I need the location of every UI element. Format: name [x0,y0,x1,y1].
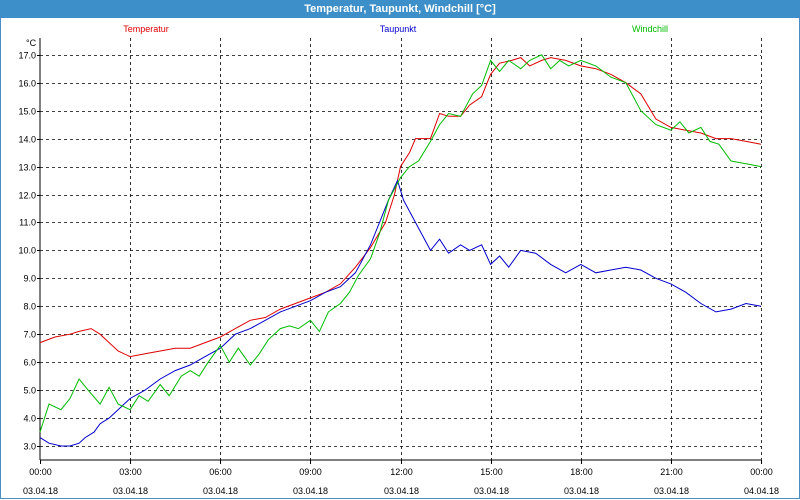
x-tick-time-label: 00:00 [29,467,52,477]
y-tick-label: 17.0 [18,51,36,61]
legend-taupunkt: Taupunkt [380,24,417,34]
chart-frame: 3.0 4.0 5.0 6.0 7.0 8.0 9.0 10.0 11.0 12.0 13.0 14.… [0,18,800,499]
y-tick-label: 5.0 [23,386,36,396]
x-tick-time-label: 18:00 [570,467,593,477]
x-tick-time-label: 15:00 [480,467,503,477]
y-axis-unit-label: °C [26,38,37,48]
x-tick-date-label: 03.04.18 [23,486,58,496]
y-tick-label: 14.0 [18,135,36,145]
series-line-temperatur [39,57,762,358]
y-tick-label: 8.0 [23,302,36,312]
x-tick-time-label: 12:00 [390,467,413,477]
legend-windchill: Windchill [632,24,668,34]
x-tick-time-label: 06:00 [209,467,232,477]
window-title: Temperatur, Taupunkt, Windchill [°C] [0,0,800,18]
x-tick-date-label: 04.04.18 [744,486,779,496]
y-tick-label: 15.0 [18,107,36,117]
x-tick-time-label: 09:00 [299,467,322,477]
x-tick-date-label: 03.04.18 [654,486,689,496]
x-tick-date-label: 03.04.18 [293,486,328,496]
x-tick-date-label: 03.04.18 [564,486,599,496]
y-tick-label: 11.0 [19,218,36,228]
y-tick-label: 13.0 [18,163,36,173]
y-tick-label: 16.0 [18,79,36,89]
series-line-taupunkt [39,179,762,447]
x-tick-date-label: 03.04.18 [113,486,148,496]
y-tick-label: 9.0 [23,274,36,284]
y-tick-label: 7.0 [23,330,36,340]
y-tick-label: 12.0 [18,191,36,201]
y-tick-label: 10.0 [18,246,36,256]
x-tick-time-label: 00:00 [750,467,773,477]
y-tick-label: 3.0 [23,442,36,452]
y-tick-label: 6.0 [23,358,36,368]
y-tick-label: 4.0 [23,414,36,424]
x-tick-date-label: 03.04.18 [474,486,509,496]
x-tick-date-label: 03.04.18 [384,486,419,496]
x-tick-time-label: 21:00 [660,467,683,477]
legend-temperatur: Temperatur [123,24,169,34]
chart-svg: 3.0 4.0 5.0 6.0 7.0 8.0 9.0 10.0 11.0 12.0 13.0 14.… [18,24,779,496]
x-tick-time-label: 03:00 [119,467,142,477]
x-tick-date-label: 03.04.18 [203,486,238,496]
